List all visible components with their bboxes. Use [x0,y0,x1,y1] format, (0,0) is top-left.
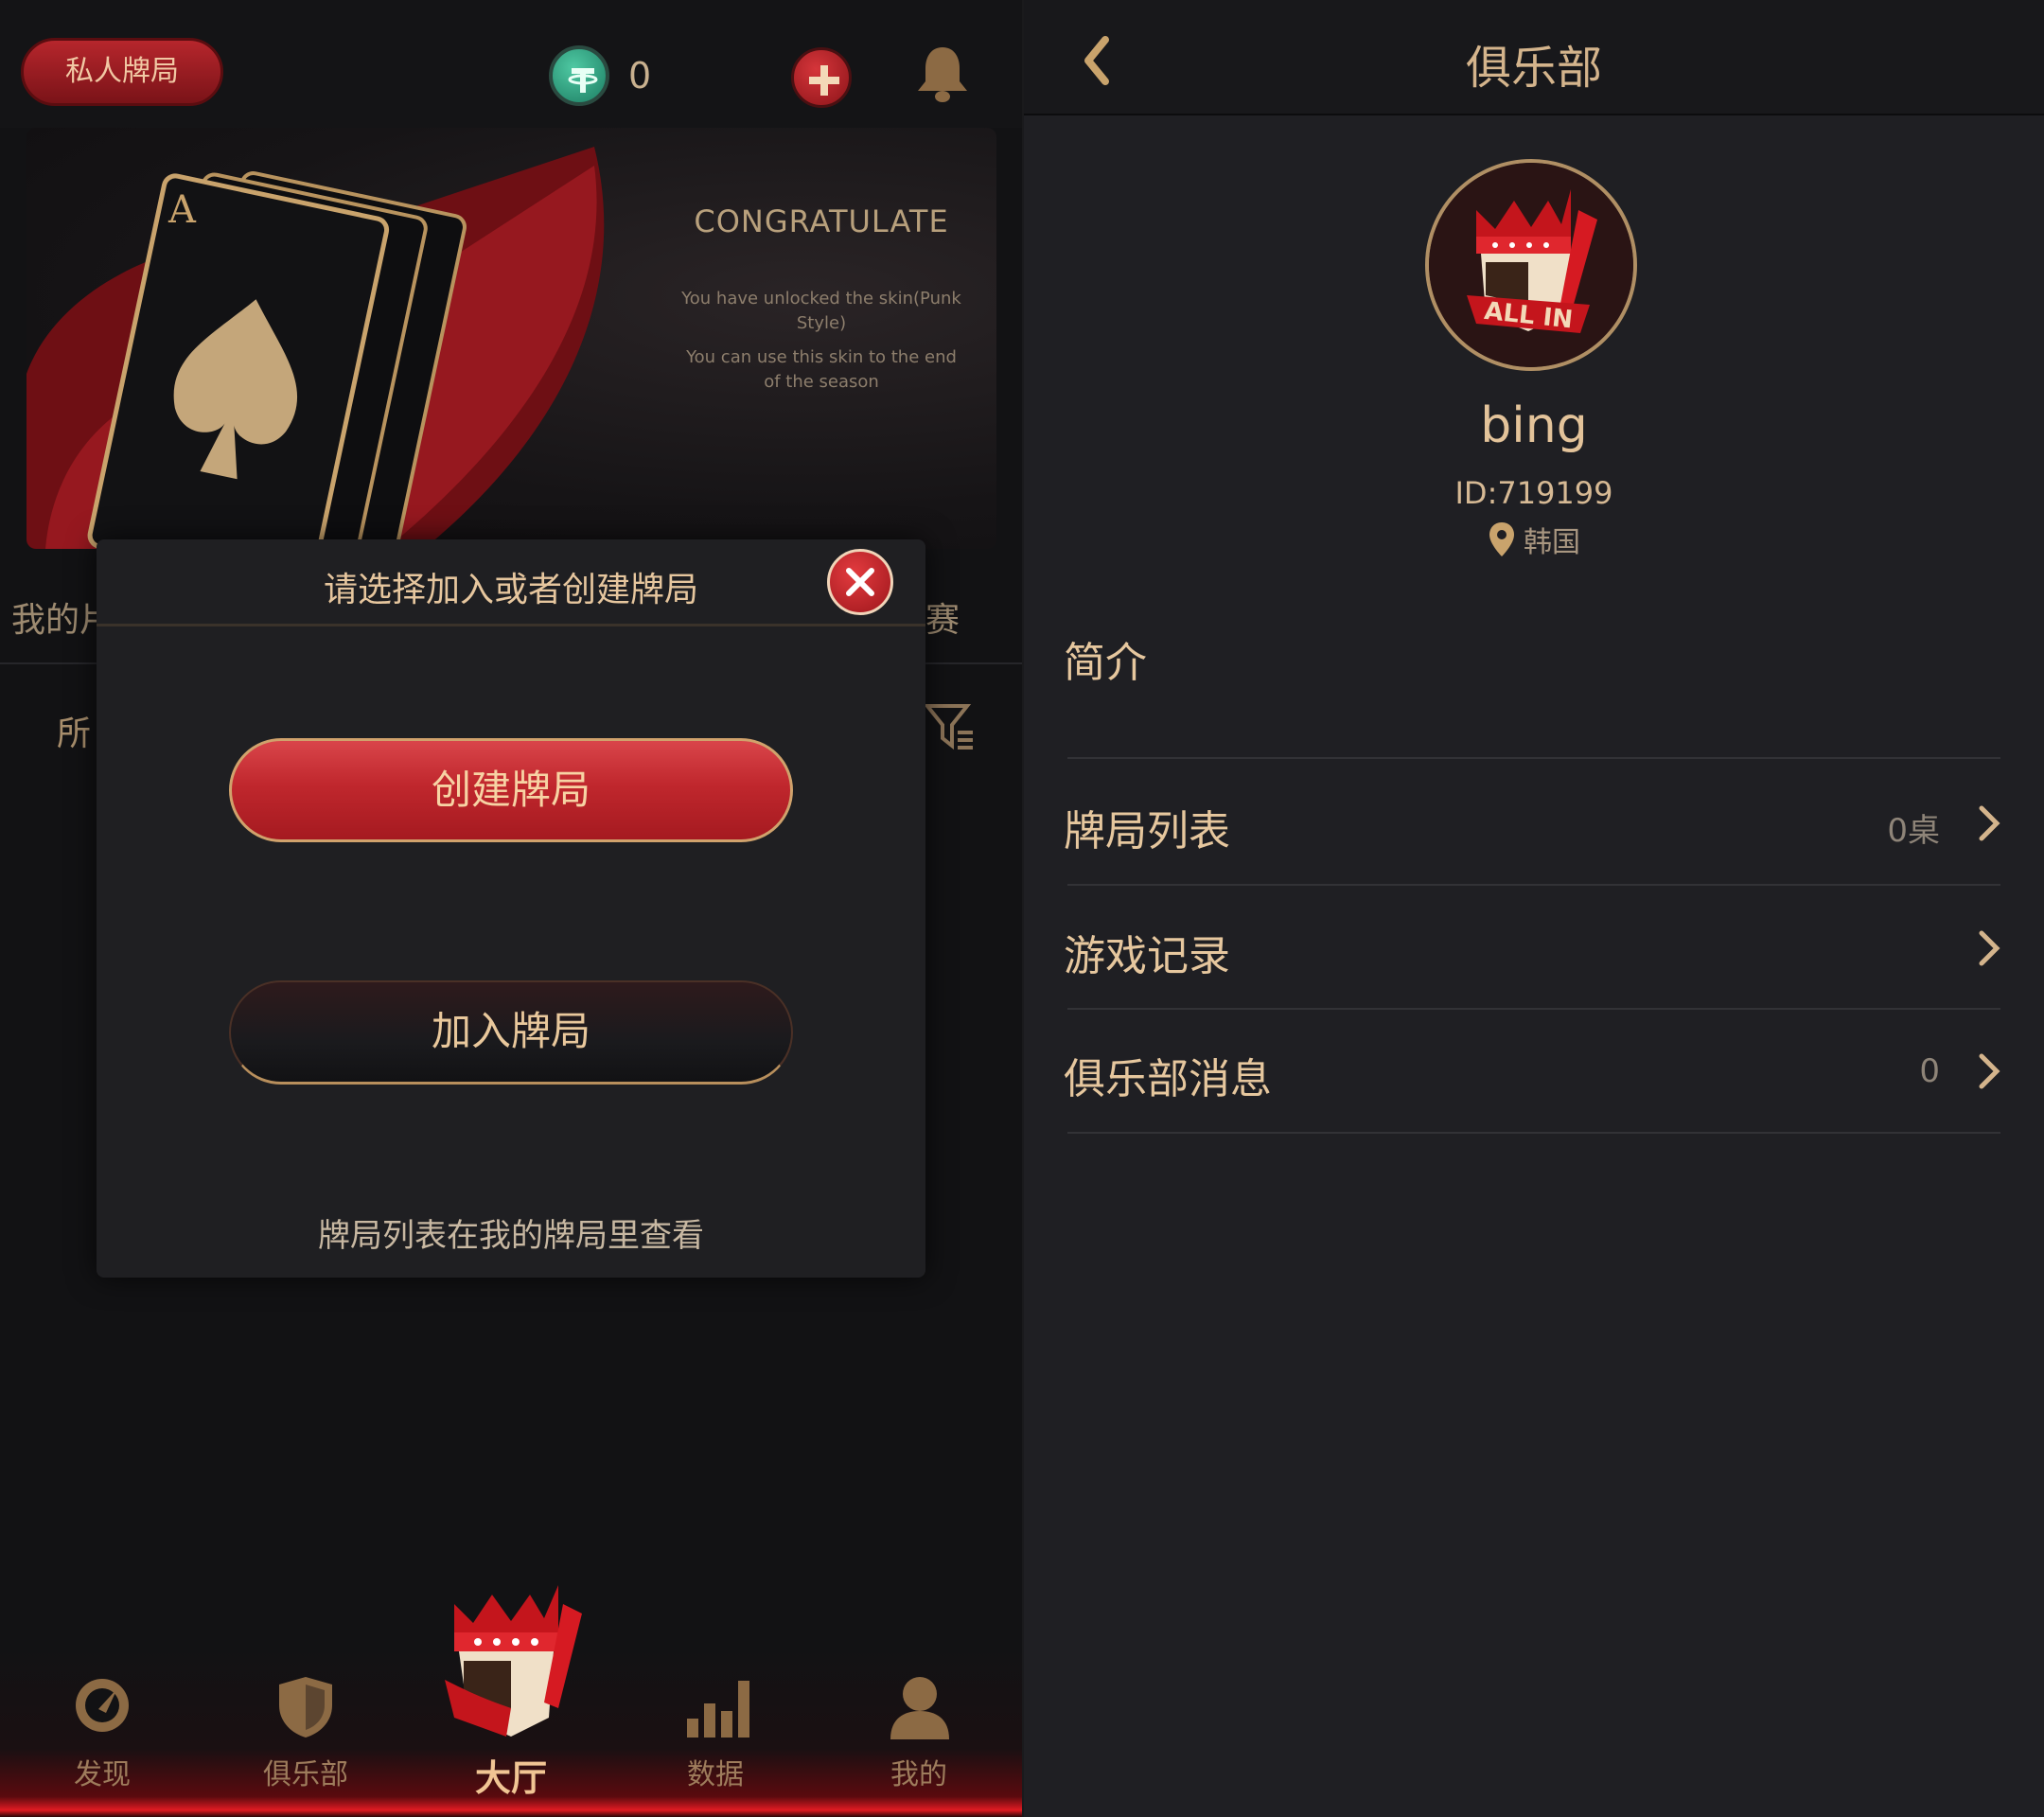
spade-card-art: A [26,147,605,549]
row-label: 俱乐部消息 [1064,1055,1272,1103]
join-table-button[interactable]: 加入牌局 [229,980,793,1085]
dialog-hint: 牌局列表在我的牌局里查看 [318,1217,704,1255]
bar-chart-icon [687,1681,749,1738]
chevron-right-icon [1979,1053,2000,1089]
bell-icon[interactable] [914,44,971,104]
row-table-list[interactable]: 牌局列表 0桌 [1024,763,2044,886]
location-pin-icon [1489,522,1514,556]
person-icon [890,1677,949,1739]
close-button[interactable] [827,549,893,615]
banner-season-text: You can use this skin to the end of the … [686,347,957,392]
divider [1067,757,2000,759]
club-location: 韩国 [1024,519,2044,562]
promo-banner[interactable]: A CONGRATULATE You have unlocked the ski… [26,128,996,549]
club-header: 俱乐部 [1024,0,2044,115]
king-mascot-icon [445,1585,582,1737]
divider [1067,884,2000,886]
nav-lobby[interactable]: 大厅 [426,1576,596,1817]
compass-icon [76,1679,129,1732]
nav-data[interactable]: 数据 [644,1647,786,1817]
top-bar: 私人牌局 0 [0,0,1022,128]
intro-label: 简介 [1064,639,1147,687]
row-label: 游戏记录 [1064,932,1230,980]
join-create-dialog: 请选择加入或者创建牌局 创建牌局 加入牌局 牌局列表在我的牌局里查看 [97,539,925,1278]
nav-discover[interactable]: 发现 [31,1647,173,1817]
message-count: 0 [1919,1052,1940,1090]
divider [1067,1132,2000,1134]
close-icon [846,568,874,596]
club-id: ID:719199 [1454,475,1613,511]
divider [1067,1008,2000,1010]
filter-icon[interactable] [924,700,977,753]
tab-tournament[interactable]: 赛 [925,592,960,642]
add-coin-button[interactable] [791,47,852,108]
nav-label: 发现 [74,1758,131,1791]
row-game-records[interactable]: 游戏记录 [1024,888,2044,1011]
ace-letter: A [167,188,197,232]
lobby-screen: 私人牌局 0 A CONGRATULATE You have unlocked … [0,0,1022,1817]
row-club-messages[interactable]: 俱乐部消息 0 [1024,1011,2044,1134]
shield-icon [279,1677,332,1738]
tether-coin-icon [549,45,609,106]
table-count: 0桌 [1887,812,1940,850]
dialog-header: 请选择加入或者创建牌局 [97,539,925,626]
banner-heading: CONGRATULATE [694,203,949,239]
all-in-king-logo: ALL IN [1429,163,1633,367]
row-label: 牌局列表 [1064,807,1230,856]
nav-club[interactable]: 俱乐部 [235,1647,377,1817]
nav-mine[interactable]: 我的 [848,1647,990,1817]
private-table-button[interactable]: 私人牌局 [21,38,223,106]
page-title: 俱乐部 [1465,42,1602,95]
banner-unlock-text: You have unlocked the skin(Punk Style) [681,289,961,333]
club-avatar[interactable]: ALL IN [1425,159,1637,371]
chevron-right-icon [1979,930,2000,966]
coin-balance: 0 [628,55,652,97]
chevron-right-icon [1979,805,2000,841]
nav-label: 我的 [890,1758,947,1791]
nav-label: 大厅 [474,1757,547,1799]
nav-label: 俱乐部 [263,1758,348,1791]
club-screen: 俱乐部 ALL IN bing ID:719199 韩国 简介 牌局列表 0桌 [1024,0,2044,1817]
nav-label: 数据 [687,1758,744,1791]
club-name: bing [1480,397,1588,454]
dialog-title: 请选择加入或者创建牌局 [323,571,698,609]
create-table-button[interactable]: 创建牌局 [229,738,793,842]
filter-all[interactable]: 所 [57,706,91,755]
location-text: 韩国 [1524,526,1580,559]
